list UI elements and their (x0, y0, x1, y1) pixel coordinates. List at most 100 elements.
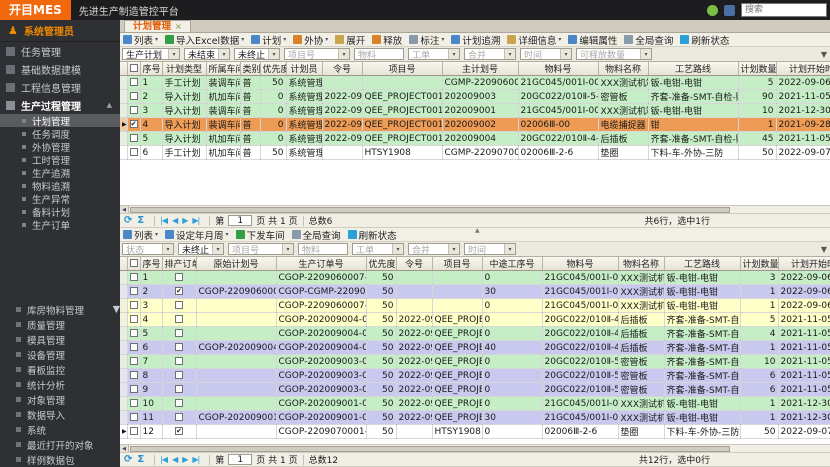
column-header[interactable]: 物料号 (518, 62, 598, 76)
chevron-down-icon[interactable]: ▾ (162, 244, 173, 254)
table-row[interactable]: ▶12CGOP-2209070001-0150HTSY1908002006Ⅲ-2… (120, 425, 830, 439)
first-page-icon[interactable]: |◀ (160, 455, 167, 464)
column-header[interactable]: 中途工序号 (482, 257, 542, 271)
sidebar-subitem[interactable]: 计划管理 (0, 114, 120, 127)
global-search-button[interactable]: 全局查询 (292, 228, 341, 242)
row-select-cell[interactable] (127, 313, 140, 327)
row-select-cell[interactable] (127, 90, 140, 104)
annotate-button[interactable]: 标注▾ (409, 33, 444, 47)
row-select-cell[interactable] (127, 104, 140, 118)
search-input[interactable] (741, 3, 827, 17)
sidebar-subitem[interactable]: 生产异常 (0, 192, 120, 205)
chevron-down-icon[interactable]: ▾ (504, 244, 515, 254)
checkbox-icon[interactable] (130, 92, 138, 100)
table-row[interactable]: 6手工计划机加车间普50系统管理员HTSY1908CGMP-2209070001… (120, 146, 830, 160)
chevron-down-icon[interactable]: ▾ (282, 244, 293, 254)
row-select-cell[interactable] (127, 299, 140, 313)
chevron-down-icon[interactable]: ▾ (640, 49, 651, 59)
prev-page-icon[interactable]: ◀ (172, 216, 177, 225)
next-page-icon[interactable]: ▶ (182, 455, 187, 464)
checkbox-icon[interactable] (130, 259, 138, 267)
sum-icon[interactable]: Σ (137, 454, 144, 465)
checkbox-icon[interactable] (130, 134, 138, 142)
chevron-down-icon[interactable]: ▾ (504, 49, 515, 59)
schedule-checkbox-icon[interactable] (175, 273, 183, 281)
sidebar-item[interactable]: 设备管理 (0, 347, 120, 362)
tab-close-icon[interactable]: × (175, 21, 182, 32)
column-header[interactable]: 计划数量 (738, 62, 776, 76)
row-select-cell[interactable] (127, 383, 140, 397)
table-row[interactable]: 3导入计划装调车间普0系统管理员2022-09QEE_PROJECT001202… (120, 104, 830, 118)
table-row[interactable]: 2导入计划机加车间普0系统管理员2022-09QEE_PROJECT001202… (120, 90, 830, 104)
row-select-cell[interactable] (127, 285, 140, 299)
filter-combo[interactable]: 合并▾ (464, 48, 516, 60)
window-tool-icon[interactable] (724, 5, 735, 16)
filter-combo[interactable]: 可释放数量▾ (576, 48, 652, 60)
chevron-down-icon[interactable]: ▾ (441, 36, 444, 43)
schedule-checkbox-icon[interactable] (175, 301, 183, 309)
column-header[interactable]: 计划类型 (162, 62, 206, 76)
sidebar-item[interactable]: 模具管理 (0, 332, 120, 347)
row-select-cell[interactable] (127, 411, 140, 425)
column-header[interactable]: 主计划号 (442, 62, 518, 76)
refresh-icon[interactable]: ⟳ (124, 454, 132, 465)
checkbox-icon[interactable] (130, 399, 138, 407)
filter-combo[interactable]: 工单▾ (352, 243, 404, 255)
table-row[interactable]: 3CGOP-2209060007-0250021GC045/001I-00XXX… (120, 299, 830, 313)
filter-funnel-icon[interactable]: ▼ (821, 50, 827, 59)
sidebar-item[interactable]: 基础数据建模 (0, 60, 120, 78)
chevron-down-icon[interactable]: ▾ (338, 49, 349, 59)
chevron-down-icon[interactable]: ▾ (218, 49, 229, 59)
filter-combo[interactable]: 物料 (298, 243, 348, 255)
sidebar-item[interactable]: 对象管理 (0, 392, 120, 407)
filter-combo[interactable]: 合并▾ (408, 243, 460, 255)
checkbox-icon[interactable] (130, 148, 138, 156)
table-row[interactable]: 9CGOP-202009003-02502022-09QEE_PROJECT00… (120, 383, 830, 397)
checkbox-icon[interactable] (130, 385, 138, 393)
refresh-button[interactable]: 刷新状态 (680, 33, 729, 47)
chevron-down-icon[interactable]: ▾ (448, 49, 459, 59)
sidebar-item[interactable]: 统计分析 (0, 377, 120, 392)
checkbox-icon[interactable] (130, 371, 138, 379)
sidebar-item[interactable]: 样例数据包 (0, 452, 120, 467)
prev-page-icon[interactable]: ◀ (172, 455, 177, 464)
column-header[interactable]: 类别 (240, 62, 260, 76)
column-header[interactable]: 物料名称 (598, 62, 648, 76)
sidebar-subitem[interactable]: 工时管理 (0, 153, 120, 166)
checkbox-icon[interactable] (130, 357, 138, 365)
filter-combo[interactable]: 时间▾ (520, 48, 572, 60)
calendar-button[interactable]: 设定年月周▾ (165, 228, 229, 242)
chevron-down-icon[interactable]: ▾ (155, 231, 158, 238)
sum-icon[interactable]: Σ (137, 215, 144, 226)
chevron-down-icon[interactable]: ▾ (268, 49, 279, 59)
chevron-down-icon[interactable]: ▾ (212, 244, 223, 254)
filter-combo[interactable]: 物料 (354, 48, 404, 60)
sidebar-item[interactable]: 质量管理 (0, 317, 120, 332)
plan-button[interactable]: 计划▾ (251, 33, 286, 47)
schedule-checkbox-icon[interactable] (175, 287, 183, 295)
row-select-cell[interactable] (127, 369, 140, 383)
filter-funnel-icon[interactable]: ▼ (821, 245, 827, 254)
help-status-icon[interactable] (707, 5, 718, 16)
checkbox-icon[interactable] (130, 287, 138, 295)
page-number-input[interactable]: 1 (228, 454, 252, 465)
schedule-checkbox-icon[interactable] (175, 399, 183, 407)
table-row[interactable]: 8CGOP-202009003-03502022-09QEE_PROJECT00… (120, 369, 830, 383)
row-select-cell[interactable] (127, 132, 140, 146)
chevron-down-icon[interactable]: ▾ (226, 231, 229, 238)
column-header[interactable]: 计划开始时间 (776, 62, 830, 76)
page-number-input[interactable]: 1 (228, 215, 252, 226)
table-row[interactable]: 2CGOP-2209060007-02CGOP-CGMP-2209060007-… (120, 285, 830, 299)
row-select-cell[interactable] (127, 341, 140, 355)
trace-button[interactable]: 计划追溯 (451, 33, 500, 47)
table-row[interactable]: 5CGOP-202009004-02502022-09QEE_PROJECT00… (120, 327, 830, 341)
filter-combo[interactable]: 工单▾ (408, 48, 460, 60)
last-page-icon[interactable]: ▶| (192, 216, 199, 225)
column-header[interactable]: 优先度 (260, 62, 286, 76)
scroll-thumb[interactable] (130, 446, 730, 452)
sidebar-item[interactable]: 系统 (0, 422, 120, 437)
table-row[interactable]: 1手工计划装调车间普50系统管理员CGMP-220906000721GC045/… (120, 76, 830, 90)
dispatch-button[interactable]: 下发车间 (236, 228, 285, 242)
column-header[interactable]: 序号 (140, 257, 162, 271)
sidebar-subitem[interactable]: 任务调度 (0, 127, 120, 140)
